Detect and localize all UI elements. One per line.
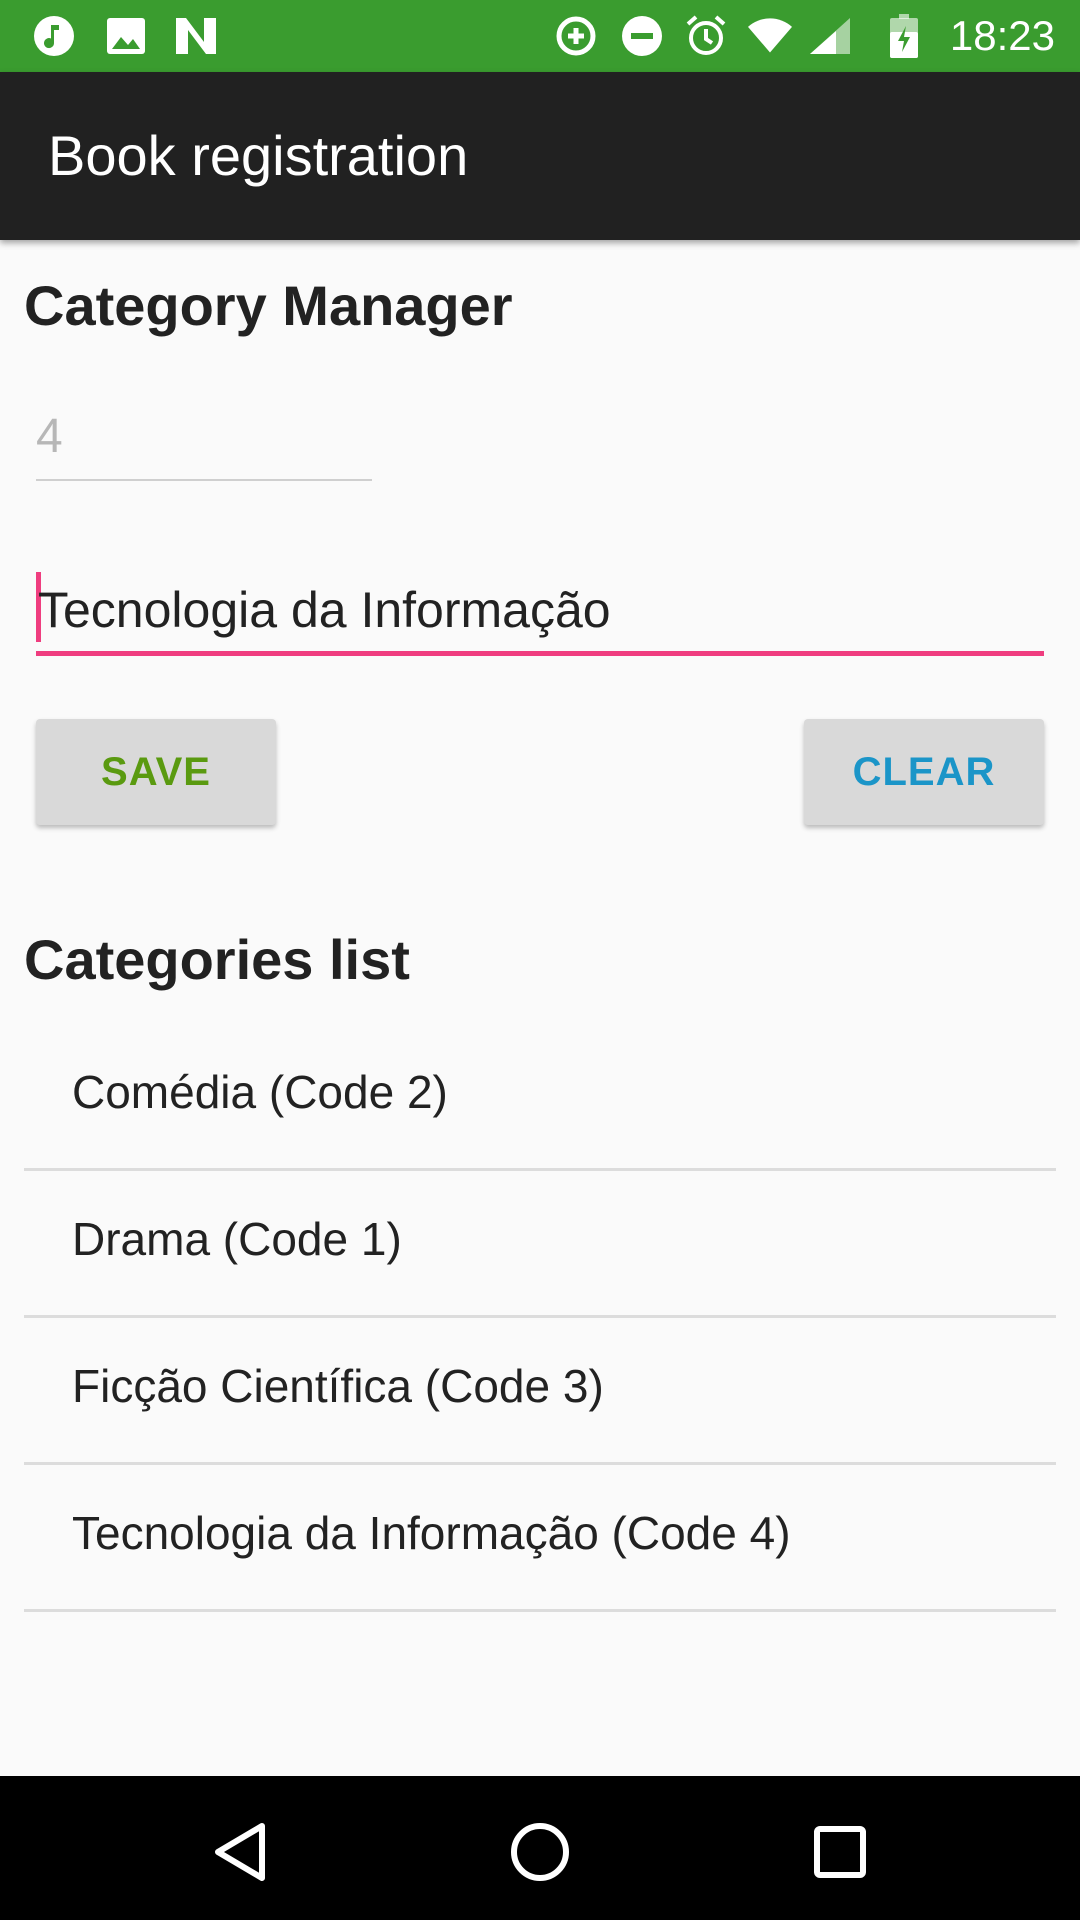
n-logo-icon — [174, 14, 218, 58]
recents-icon[interactable] — [800, 1812, 880, 1892]
do-not-disturb-icon — [620, 14, 664, 58]
list-item-label: Comédia (Code 2) — [72, 1066, 448, 1118]
back-icon[interactable] — [200, 1812, 280, 1892]
navigation-bar — [0, 1776, 1080, 1920]
list-item[interactable]: Drama (Code 1) — [24, 1169, 1056, 1318]
battery-charging-icon — [882, 14, 926, 58]
image-icon — [104, 14, 148, 58]
list-item-label: Tecnologia da Informação (Code 4) — [72, 1507, 791, 1559]
code-field[interactable]: 4 — [36, 405, 372, 481]
list-item[interactable]: Tecnologia da Informação (Code 4) — [24, 1463, 1056, 1612]
status-time: 18:23 — [949, 12, 1055, 59]
home-icon[interactable] — [500, 1812, 580, 1892]
code-field-underline — [36, 479, 372, 481]
category-name-input[interactable]: Tecnologia da Informação — [36, 572, 1044, 656]
wifi-icon — [748, 14, 792, 58]
music-note-icon — [32, 14, 76, 58]
category-name-underline — [36, 651, 1044, 656]
save-button[interactable]: SAVE — [36, 719, 276, 825]
list-item-label: Ficção Científica (Code 3) — [72, 1360, 604, 1412]
status-bar: 18:23 — [0, 0, 1080, 72]
data-saver-icon — [554, 14, 598, 58]
app-title: Book registration — [48, 124, 469, 187]
list-item-label: Drama (Code 1) — [72, 1213, 402, 1265]
app-bar: Book registration — [0, 72, 1080, 240]
code-field-value: 4 — [36, 410, 63, 463]
category-name-value: Tecnologia da Informação — [38, 582, 611, 638]
alarm-icon — [684, 14, 728, 58]
clear-button[interactable]: CLEAR — [804, 719, 1044, 825]
signal-icon — [808, 14, 852, 58]
category-manager-title: Category Manager — [24, 274, 513, 337]
categories-list-title: Categories list — [24, 928, 410, 991]
list-item[interactable]: Comédia (Code 2) — [24, 1022, 1056, 1171]
list-item[interactable]: Ficção Científica (Code 3) — [24, 1316, 1056, 1465]
